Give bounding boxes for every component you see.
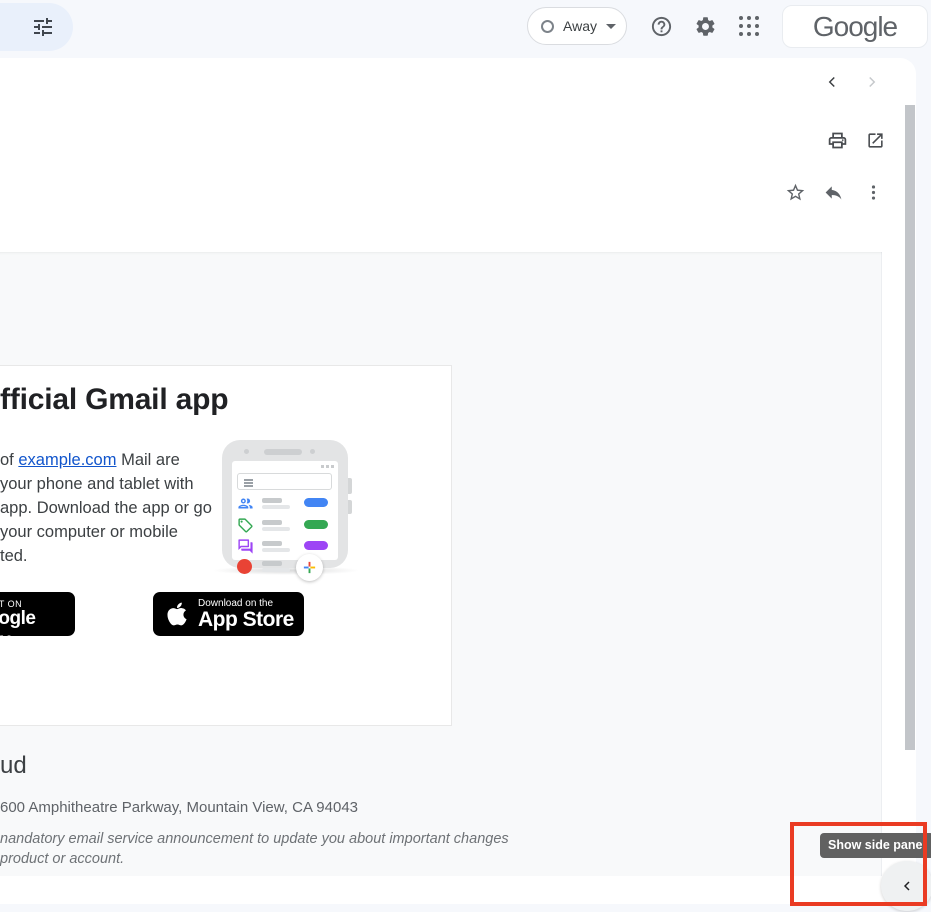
example-link[interactable]: example.com <box>18 451 116 469</box>
apple-icon <box>166 601 188 627</box>
text-bar <box>262 520 282 525</box>
statusbar-icon <box>326 465 329 468</box>
apps-button[interactable] <box>729 6 769 46</box>
show-side-panel-button[interactable] <box>881 861 931 911</box>
people-icon <box>237 495 254 512</box>
app-store-badge[interactable]: Download on the App Store <box>153 592 304 636</box>
statusbar-icon <box>331 465 334 468</box>
phone-volume-key <box>348 478 352 494</box>
phone-search-bar <box>237 473 332 490</box>
phone-screen <box>232 461 338 560</box>
apps-grid-icon <box>739 16 759 36</box>
search-bar-fragment <box>0 3 73 51</box>
help-icon <box>650 15 673 38</box>
google-logo: Google <box>813 11 897 43</box>
compose-fab <box>296 554 323 581</box>
list-item <box>232 538 338 556</box>
text-bar <box>262 505 290 509</box>
chevron-left-icon <box>823 73 841 91</box>
red-dot-icon <box>237 559 252 574</box>
star-button[interactable] <box>777 174 813 210</box>
green-pill <box>304 520 328 529</box>
tune-icon <box>31 15 55 39</box>
open-in-new-icon <box>866 131 885 150</box>
search-options-button[interactable] <box>30 14 56 40</box>
more-vert-icon <box>864 183 883 202</box>
phone-sensor-dot <box>310 449 315 454</box>
text-bar <box>262 541 282 546</box>
show-side-panel-tooltip: Show side panel <box>820 833 931 858</box>
more-options-button[interactable] <box>855 174 891 210</box>
text-bar <box>262 498 282 503</box>
status-label: Away <box>563 18 597 34</box>
footer-fineprint-line: nandatory email service announcement to … <box>0 831 509 847</box>
scrollbar-thumb[interactable] <box>905 105 915 750</box>
paragraph-line: ted. <box>0 544 212 568</box>
open-in-new-window-button[interactable] <box>857 122 893 158</box>
list-item <box>232 517 338 535</box>
phone-illustration <box>222 440 350 580</box>
availability-status-chip[interactable]: Away <box>527 7 627 45</box>
text-bar <box>262 568 290 572</box>
text-bar <box>262 561 282 566</box>
email-heading: fficial Gmail app <box>0 383 228 417</box>
footer-fineprint-line: product or account. <box>0 851 124 867</box>
phone-body <box>222 440 348 568</box>
paragraph-line: app. Download the app or go <box>0 496 212 520</box>
label-icon <box>237 517 254 534</box>
status-ring-icon <box>541 20 554 33</box>
statusbar-icon <box>321 465 324 468</box>
gear-icon <box>694 15 717 38</box>
footer-brand: ud <box>0 752 27 780</box>
paragraph-line: your computer or mobile <box>0 520 212 544</box>
chevron-right-icon <box>863 73 881 91</box>
appstore-badge-bottom-text: App Store <box>198 609 294 630</box>
phone-power-key <box>348 500 352 514</box>
multicolor-plus-icon <box>302 560 317 575</box>
google-play-badge-inner: GET IT ON Google Play <box>0 592 75 636</box>
settings-button[interactable] <box>685 6 725 46</box>
hamburger-icon <box>244 479 253 481</box>
gmail-window: Away Google <box>0 0 931 912</box>
line1-suffix: Mail are <box>116 451 179 469</box>
play-badge-bottom-text: Google Play <box>0 608 75 636</box>
blue-pill <box>304 498 328 507</box>
paragraph-line: your phone and tablet with <box>0 472 212 496</box>
chevron-left-icon <box>899 878 915 894</box>
footer-address: 600 Amphitheatre Parkway, Mountain View,… <box>0 799 358 816</box>
text-bar <box>262 527 290 531</box>
list-item <box>232 495 338 513</box>
printer-icon <box>827 130 848 151</box>
purple-pill <box>304 541 328 550</box>
chat-icon <box>237 538 254 555</box>
print-button[interactable] <box>819 122 855 158</box>
chevron-down-icon <box>606 24 616 29</box>
text-bar <box>262 548 290 552</box>
line1-prefix: of <box>0 451 18 469</box>
list-item <box>232 558 338 576</box>
star-icon <box>785 182 806 203</box>
phone-speaker <box>264 449 302 455</box>
email-paragraph: of example.com Mail are your phone and t… <box>0 448 212 568</box>
workspace-logo-card: Google <box>782 5 928 48</box>
paragraph-line: of example.com Mail are <box>0 448 212 472</box>
help-button[interactable] <box>641 6 681 46</box>
older-conversation-button[interactable] <box>854 64 890 100</box>
reply-icon <box>823 182 844 203</box>
google-play-badge[interactable]: GET IT ON Google Play <box>0 592 75 636</box>
reply-button[interactable] <box>815 174 851 210</box>
phone-camera-dot <box>244 449 249 454</box>
newer-conversation-button[interactable] <box>814 64 850 100</box>
